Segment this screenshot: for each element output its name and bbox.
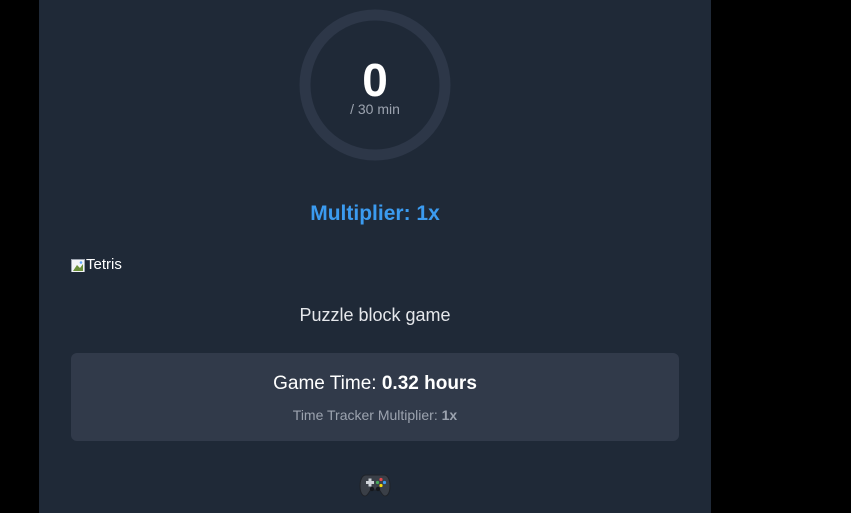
timer-unit: / 30 min	[350, 101, 400, 117]
game-panel: 0 / 30 min Multiplier: 1x Tetris Puzzle …	[39, 0, 711, 513]
broken-image-icon	[71, 258, 85, 272]
tracker-multiplier-line: Time Tracker Multiplier: 1x	[71, 406, 679, 424]
game-time-line: Game Time: 0.32 hours	[71, 371, 679, 397]
game-time-card: Game Time: 0.32 hours Time Tracker Multi…	[71, 353, 679, 441]
multiplier-label: Multiplier: 1x	[310, 202, 440, 225]
tracker-multiplier-label: Time Tracker Multiplier:	[292, 407, 442, 423]
game-image: Tetris	[71, 254, 122, 276]
game-time-label: Game Time:	[273, 373, 382, 394]
timer-progress-ring: 0 / 30 min	[299, 9, 451, 161]
game-image-alt-text: Tetris	[86, 256, 122, 273]
game-controller-icon[interactable]	[359, 470, 391, 498]
tracker-multiplier-value: 1x	[441, 407, 458, 423]
game-description: Puzzle block game	[299, 305, 451, 325]
game-time-value: 0.32 hours	[381, 373, 477, 394]
timer-value: 0	[362, 54, 388, 106]
